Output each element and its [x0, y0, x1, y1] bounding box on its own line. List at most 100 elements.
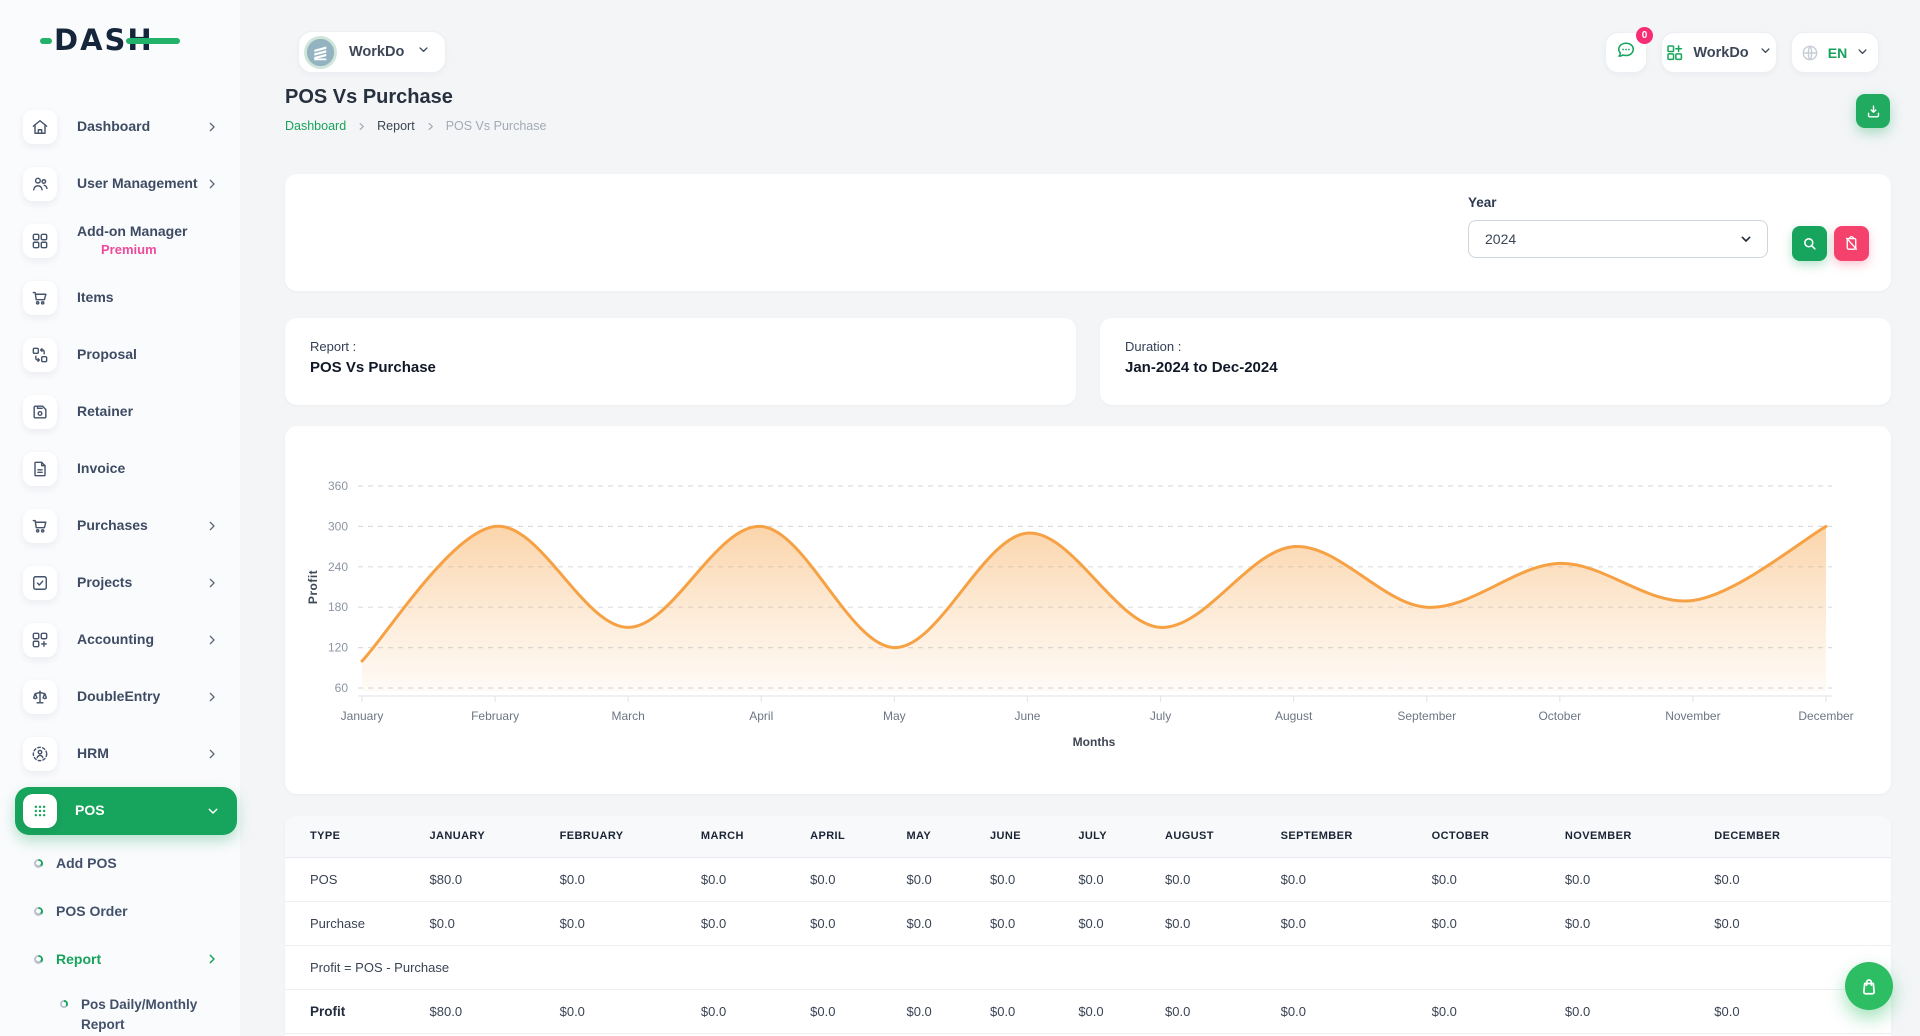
sidebar-item-hrm[interactable]: HRM: [0, 725, 240, 782]
svg-text:August: August: [1275, 709, 1313, 723]
sidebar-nav: DashboardUser ManagementAdd-on ManagerPr…: [0, 98, 240, 1034]
svg-text:120: 120: [328, 641, 348, 655]
sidebar-subitem-pos-daily-monthly-report[interactable]: Pos Daily/Monthly Report: [0, 983, 240, 1034]
value-cell: $0.0: [1281, 901, 1432, 945]
value-cell: $0.0: [560, 989, 701, 1033]
chevron-right-icon: [425, 121, 436, 132]
value-cell: $0.0: [1432, 857, 1565, 901]
pos-cart-fab[interactable]: [1845, 962, 1893, 1010]
value-cell: $0.0: [1432, 901, 1565, 945]
table-header-cell: MAY: [906, 816, 990, 857]
svg-text:240: 240: [328, 560, 348, 574]
sidebar-item-proposal[interactable]: Proposal: [0, 326, 240, 383]
value-cell: $0.0: [701, 989, 810, 1033]
sidebar-item-user-management[interactable]: User Management: [0, 155, 240, 212]
svg-text:December: December: [1798, 709, 1853, 723]
grid-icon: [23, 224, 57, 258]
sidebar-item-doubleentry[interactable]: DoubleEntry: [0, 668, 240, 725]
check-icon: [23, 566, 57, 600]
sidebar-item-dashboard[interactable]: Dashboard: [0, 98, 240, 155]
table-header-cell: MARCH: [701, 816, 810, 857]
sidebar-subitem-report[interactable]: Report: [0, 935, 240, 983]
table-header-cell: JUNE: [990, 816, 1078, 857]
profit-formula-note: Profit = POS - Purchase: [285, 945, 1891, 989]
app-logo[interactable]: DASH: [54, 22, 154, 58]
table-row-profit: Profit$80.0$0.0$0.0$0.0$0.0$0.0$0.0$0.0$…: [285, 989, 1891, 1033]
sidebar-item-projects[interactable]: Projects: [0, 554, 240, 611]
chevron-down-icon: [1855, 44, 1870, 62]
sidebar-item-items[interactable]: Items: [0, 269, 240, 326]
ring-bullet-icon: [34, 907, 43, 916]
sidebar-subitem-add-pos[interactable]: Add POS: [0, 839, 240, 887]
row-type-cell: Purchase: [285, 901, 430, 945]
row-type-cell: Profit: [285, 989, 430, 1033]
chevron-right-icon: [204, 176, 220, 192]
breadcrumb-report[interactable]: Report: [377, 119, 415, 133]
sidebar-item-add-on-manager[interactable]: Add-on ManagerPremium: [0, 212, 240, 269]
logo-accent-dash: [40, 38, 52, 44]
sidebar-subitem-pos-order[interactable]: POS Order: [0, 887, 240, 935]
breadcrumb: Dashboard Report POS Vs Purchase: [285, 119, 546, 133]
value-cell: $0.0: [1165, 901, 1281, 945]
value-cell: $0.0: [1714, 901, 1891, 945]
sidebar-item-retainer[interactable]: Retainer: [0, 383, 240, 440]
cart-icon: [23, 509, 57, 543]
value-cell: $0.0: [1165, 989, 1281, 1033]
premium-badge: Premium: [77, 242, 220, 258]
hrm-icon: [23, 737, 57, 771]
chat-icon: [1615, 39, 1637, 66]
row-type-cell: POS: [285, 857, 430, 901]
chevron-down-icon: [416, 42, 431, 62]
messages-badge: 0: [1636, 27, 1653, 44]
value-cell: $80.0: [430, 989, 560, 1033]
shopping-bag-icon: [1858, 975, 1880, 997]
value-cell: $0.0: [1432, 989, 1565, 1033]
sidebar-item-purchases[interactable]: Purchases: [0, 497, 240, 554]
value-cell: $0.0: [1165, 857, 1281, 901]
cart-icon: [23, 281, 57, 315]
apps-menu-button[interactable]: WorkDo: [1661, 32, 1777, 73]
report-label: Report :: [310, 339, 1051, 354]
workspace-select[interactable]: WorkDo: [298, 31, 446, 73]
search-button[interactable]: [1792, 226, 1827, 261]
svg-text:October: October: [1538, 709, 1581, 723]
table-header-cell: DECEMBER: [1714, 816, 1891, 857]
value-cell: $0.0: [701, 857, 810, 901]
table-header-cell: AUGUST: [1165, 816, 1281, 857]
value-cell: $0.0: [1714, 857, 1891, 901]
building-icon: [304, 36, 337, 69]
chevron-down-icon: [205, 803, 221, 819]
page-title: POS Vs Purchase: [285, 86, 453, 109]
apps-grid-icon: [1665, 43, 1684, 62]
messages-button[interactable]: 0: [1605, 32, 1647, 73]
sidebar-item-accounting[interactable]: Accounting: [0, 611, 240, 668]
value-cell: $0.0: [1565, 901, 1714, 945]
duration-summary-card: Duration : Jan-2024 to Dec-2024: [1100, 318, 1891, 405]
value-cell: $80.0: [430, 857, 560, 901]
profit-chart-card: 36030024018012060JanuaryFebruaryMarchApr…: [285, 426, 1891, 794]
svg-text:Profit: Profit: [306, 570, 320, 604]
breadcrumb-dashboard[interactable]: Dashboard: [285, 119, 346, 133]
profit-area-chart: 36030024018012060JanuaryFebruaryMarchApr…: [285, 426, 1891, 794]
breadcrumb-current: POS Vs Purchase: [446, 119, 547, 133]
language-select[interactable]: EN: [1791, 32, 1879, 73]
chevron-down-icon: [1758, 43, 1773, 62]
value-cell: $0.0: [1565, 857, 1714, 901]
reset-filter-button[interactable]: [1834, 226, 1869, 261]
svg-text:180: 180: [328, 600, 348, 614]
svg-text:February: February: [471, 709, 519, 723]
ring-bullet-icon: [34, 955, 43, 964]
save-icon: [23, 395, 57, 429]
chevron-right-icon: [204, 575, 220, 591]
chevron-right-icon: [204, 518, 220, 534]
value-cell: $0.0: [560, 901, 701, 945]
download-button[interactable]: [1856, 94, 1890, 128]
pos-vs-purchase-table-card: TYPEJANUARYFEBRUARYMARCHAPRILMAYJUNEJULY…: [285, 816, 1891, 1036]
svg-text:June: June: [1014, 709, 1040, 723]
sidebar-item-invoice[interactable]: Invoice: [0, 440, 240, 497]
year-select[interactable]: 2024: [1468, 220, 1768, 258]
sidebar-item-pos[interactable]: POS: [15, 787, 237, 835]
table-row-purchase: Purchase$0.0$0.0$0.0$0.0$0.0$0.0$0.0$0.0…: [285, 901, 1891, 945]
download-icon: [1865, 103, 1882, 120]
clipboard-slash-icon: [1843, 235, 1860, 252]
